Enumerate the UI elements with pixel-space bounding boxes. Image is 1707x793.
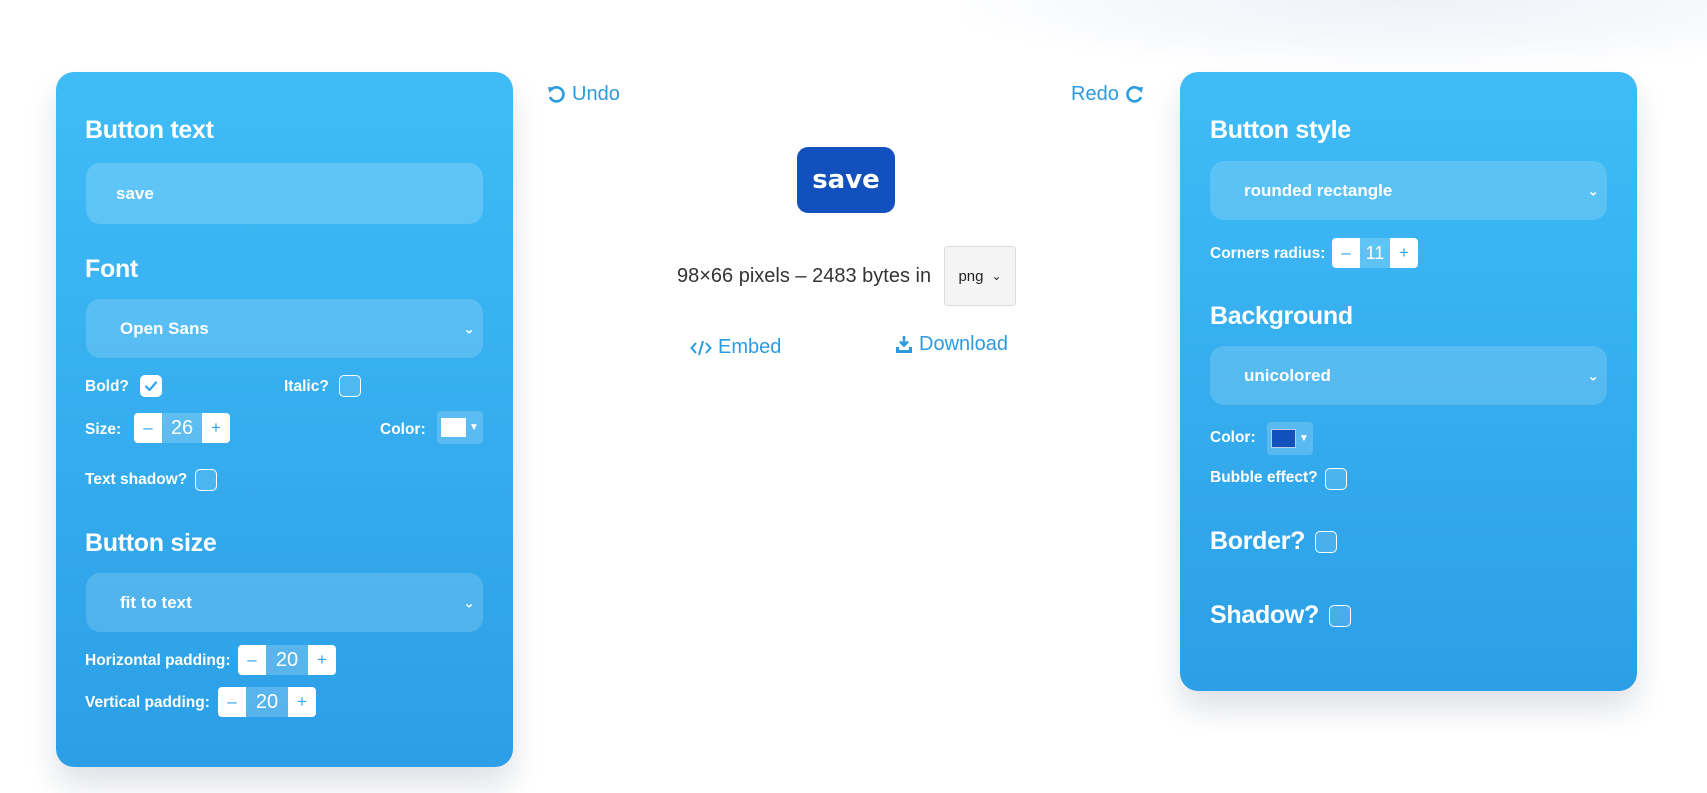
caret-down-icon: ▼	[1299, 433, 1309, 444]
text-color-picker[interactable]: ▼	[437, 411, 483, 444]
corners-radius-stepper: – 11 +	[1332, 238, 1418, 268]
bubble-effect-label: Bubble effect?	[1210, 469, 1318, 486]
button-preview: save	[797, 147, 895, 213]
button-style-heading: Button style	[1210, 116, 1351, 144]
check-icon	[144, 381, 158, 392]
code-icon	[690, 340, 712, 355]
button-text-heading: Button text	[85, 116, 214, 144]
button-text-input[interactable]	[86, 163, 483, 224]
format-select[interactable]: png ⌄	[944, 246, 1016, 306]
undo-button[interactable]: Undo	[546, 83, 620, 106]
font-select[interactable]: Open Sans ⌄	[86, 299, 483, 358]
background-color-label: Color:	[1210, 429, 1256, 446]
border-heading: Border?	[1210, 527, 1306, 555]
shadow-checkbox[interactable]	[1329, 605, 1351, 627]
download-link[interactable]: Download	[895, 333, 1008, 356]
size-label: Size:	[85, 421, 122, 438]
chevron-down-icon: ⌄	[1587, 367, 1599, 383]
chevron-down-icon: ⌄	[991, 269, 1002, 283]
radius-value[interactable]: 11	[1360, 238, 1390, 268]
horizontal-padding-label: Horizontal padding:	[85, 652, 231, 669]
text-color-label: Color:	[380, 421, 426, 438]
background-decoration	[960, 0, 1707, 70]
chevron-down-icon: ⌄	[463, 594, 475, 610]
hpad-increment-button[interactable]: +	[308, 645, 336, 675]
redo-button[interactable]: Redo	[1071, 83, 1145, 106]
caret-down-icon: ▼	[469, 422, 479, 433]
embed-link[interactable]: Embed	[690, 336, 781, 359]
redo-icon	[1126, 85, 1143, 103]
bold-checkbox[interactable]	[140, 375, 162, 397]
radius-decrement-button[interactable]: –	[1332, 238, 1360, 268]
size-increment-button[interactable]: +	[202, 413, 230, 443]
undo-label: Undo	[572, 83, 620, 105]
hpad-value[interactable]: 20	[266, 645, 308, 675]
chevron-down-icon: ⌄	[1587, 182, 1599, 198]
shadow-heading: Shadow?	[1210, 601, 1320, 629]
background-select-value: unicolored	[1244, 365, 1331, 385]
vertical-padding-stepper: – 20 +	[218, 687, 316, 717]
size-decrement-button[interactable]: –	[134, 413, 162, 443]
bold-label: Bold?	[85, 378, 129, 395]
style-settings-panel: Button style rounded rectangle ⌄ Corners…	[1180, 72, 1637, 691]
font-select-value: Open Sans	[120, 318, 209, 338]
italic-label: Italic?	[284, 378, 329, 395]
background-select[interactable]: unicolored ⌄	[1210, 346, 1607, 405]
format-select-value: png	[958, 267, 984, 285]
vpad-value[interactable]: 20	[246, 687, 288, 717]
vertical-padding-label: Vertical padding:	[85, 694, 210, 711]
background-color-picker[interactable]: ▼	[1267, 422, 1313, 455]
background-heading: Background	[1210, 302, 1353, 330]
horizontal-padding-stepper: – 20 +	[238, 645, 336, 675]
radius-increment-button[interactable]: +	[1390, 238, 1418, 268]
text-shadow-label: Text shadow?	[85, 471, 188, 488]
button-size-select[interactable]: fit to text ⌄	[86, 573, 483, 632]
button-size-select-value: fit to text	[120, 592, 192, 612]
embed-label: Embed	[718, 336, 782, 358]
page: Button text Font Open Sans ⌄ Bold? Itali…	[0, 0, 1707, 793]
italic-checkbox[interactable]	[339, 375, 361, 397]
text-shadow-checkbox[interactable]	[195, 469, 217, 491]
image-info-text: 98×66 pixels – 2483 bytes in	[677, 265, 932, 287]
undo-icon	[548, 85, 565, 103]
bubble-effect-checkbox[interactable]	[1325, 468, 1347, 490]
text-color-swatch	[441, 418, 466, 437]
vpad-increment-button[interactable]: +	[288, 687, 316, 717]
vpad-decrement-button[interactable]: –	[218, 687, 246, 717]
background-color-swatch	[1271, 429, 1296, 448]
button-style-select-value: rounded rectangle	[1244, 180, 1393, 200]
button-style-select[interactable]: rounded rectangle ⌄	[1210, 161, 1607, 220]
text-settings-panel: Button text Font Open Sans ⌄ Bold? Itali…	[56, 72, 513, 767]
size-value[interactable]: 26	[162, 413, 202, 443]
download-icon	[896, 335, 912, 353]
font-heading: Font	[85, 255, 138, 283]
size-stepper: – 26 +	[134, 413, 230, 443]
download-label: Download	[919, 333, 1008, 355]
button-size-heading: Button size	[85, 529, 217, 557]
chevron-down-icon: ⌄	[463, 320, 475, 336]
border-checkbox[interactable]	[1315, 531, 1337, 553]
hpad-decrement-button[interactable]: –	[238, 645, 266, 675]
redo-label: Redo	[1071, 83, 1119, 105]
corners-radius-label: Corners radius:	[1210, 245, 1326, 262]
